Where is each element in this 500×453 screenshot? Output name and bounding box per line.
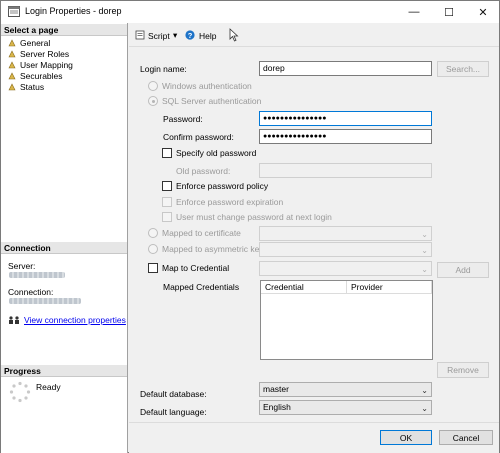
cancel-button[interactable]: Cancel [439, 430, 493, 445]
mapped-to-asymmetric-key-label: Mapped to asymmetric key [162, 244, 264, 254]
script-button[interactable]: Script [148, 31, 170, 41]
chevron-down-icon: ⌄ [421, 230, 428, 239]
chevron-down-icon: ⌄ [421, 404, 428, 413]
windows-auth-label: Windows authentication [162, 81, 252, 91]
progress-spinner-icon [9, 381, 31, 403]
view-connection-properties-link[interactable]: View connection properties [24, 315, 126, 325]
page-item-label: Status [20, 81, 45, 92]
password-input[interactable]: ●●●●●●●●●●●●●●● [259, 111, 432, 126]
login-name-label: Login name: [140, 64, 187, 74]
mapped-to-asymmetric-key-radio[interactable] [148, 244, 158, 254]
map-to-credential-label: Map to Credential [162, 263, 230, 273]
add-credential-button[interactable]: Add [437, 262, 489, 278]
script-icon [135, 30, 145, 40]
progress-header: Progress [1, 365, 127, 377]
page-item-label: Server Roles [20, 48, 70, 59]
page-icon [8, 71, 16, 79]
left-pane: Select a page General Server Roles User … [1, 23, 128, 453]
page-item-status[interactable]: Status [8, 81, 44, 92]
mouse-cursor-icon [229, 28, 239, 42]
server-value-redacted [9, 272, 65, 278]
help-icon: ? [185, 30, 195, 40]
close-button[interactable]: ✕ [466, 1, 500, 23]
old-password-input[interactable] [259, 163, 432, 178]
confirm-password-label: Confirm password: [163, 132, 234, 142]
confirm-password-input[interactable]: ●●●●●●●●●●●●●●● [259, 129, 432, 144]
sql-auth-label: SQL Server authentication [162, 96, 262, 106]
enforce-password-expiration-checkbox[interactable] [162, 197, 172, 207]
asymmetric-key-select[interactable]: ⌄ [259, 242, 432, 257]
mapped-credentials-label: Mapped Credentials [163, 282, 240, 292]
specify-old-password-checkbox[interactable] [162, 148, 172, 158]
must-change-password-label: User must change password at next login [176, 212, 332, 222]
page-icon [8, 38, 16, 46]
page-item-label: Securables [20, 70, 63, 81]
grid-header-provider[interactable]: Provider [347, 281, 432, 294]
server-label: Server: [8, 261, 36, 271]
default-language-select[interactable]: English ⌄ [259, 400, 432, 415]
enforce-password-policy-label: Enforce password policy [176, 181, 269, 191]
minimize-button[interactable]: — [397, 1, 431, 23]
must-change-password-checkbox[interactable] [162, 212, 172, 222]
page-item-label: User Mapping [20, 59, 73, 70]
page-icon [8, 82, 16, 90]
enforce-password-policy-checkbox[interactable] [162, 181, 172, 191]
windows-auth-radio[interactable] [148, 81, 158, 91]
maximize-button[interactable]: ☐ [432, 1, 466, 23]
default-language-label: Default language: [140, 407, 207, 417]
window-title: Login Properties - dorep [25, 6, 122, 16]
old-password-label: Old password: [176, 166, 231, 176]
page-item-securables[interactable]: Securables [8, 70, 63, 81]
password-label: Password: [163, 114, 203, 124]
svg-text:?: ? [188, 31, 193, 40]
sql-auth-radio[interactable] [148, 96, 158, 106]
connection-properties-icon [9, 316, 19, 324]
specify-old-password-label: Specify old password [176, 148, 257, 158]
search-button[interactable]: Search... [437, 61, 489, 77]
select-page-header: Select a page [1, 24, 127, 36]
mapped-to-certificate-label: Mapped to certificate [162, 228, 241, 238]
page-icon [8, 60, 16, 68]
page-icon [8, 49, 16, 57]
credential-select[interactable]: ⌄ [259, 261, 432, 276]
mapped-to-certificate-radio[interactable] [148, 228, 158, 238]
page-item-label: General [20, 37, 51, 48]
map-to-credential-checkbox[interactable] [148, 263, 158, 273]
help-button[interactable]: Help [199, 31, 216, 41]
default-database-value: master [263, 384, 289, 394]
toolbar: Script ▾ ? Help [129, 23, 499, 47]
login-name-input[interactable]: dorep [259, 61, 432, 76]
login-properties-window: Login Properties - dorep — ☐ ✕ Select a … [0, 0, 500, 453]
ok-button[interactable]: OK [380, 430, 432, 445]
chevron-down-icon: ⌄ [421, 265, 428, 274]
connection-value-redacted [9, 298, 81, 304]
remove-credential-button[interactable]: Remove [437, 362, 489, 378]
connection-label: Connection: [8, 287, 54, 297]
progress-status: Ready [36, 382, 61, 392]
chevron-down-icon: ⌄ [421, 246, 428, 255]
page-item-server-roles[interactable]: Server Roles [8, 48, 69, 59]
enforce-password-expiration-label: Enforce password expiration [176, 197, 284, 207]
app-icon [8, 6, 20, 17]
page-item-general[interactable]: General [8, 37, 50, 48]
script-dropdown-arrow[interactable]: ▾ [173, 30, 177, 41]
grid-header-credential[interactable]: Credential [261, 281, 347, 294]
page-item-user-mapping[interactable]: User Mapping [8, 59, 73, 70]
default-language-value: English [263, 402, 291, 412]
default-database-select[interactable]: master ⌄ [259, 382, 432, 397]
default-database-label: Default database: [140, 389, 207, 399]
certificate-select[interactable]: ⌄ [259, 226, 432, 241]
connection-header: Connection [1, 242, 127, 254]
title-bar: Login Properties - dorep — ☐ ✕ [1, 1, 499, 23]
mapped-credentials-grid[interactable]: Credential Provider [260, 280, 433, 360]
chevron-down-icon: ⌄ [421, 386, 428, 395]
